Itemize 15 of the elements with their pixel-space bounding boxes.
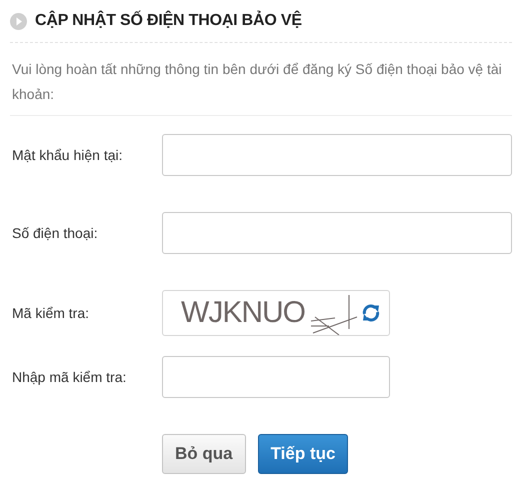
play-icon [10, 12, 27, 30]
field-label: Số điện thoại: [11, 225, 99, 241]
intro-text: Vui lòng hoàn tất những thông tin bên dưới để đăng ký Số điện thoại bảo vệ tài khoản: [10, 43, 512, 116]
field-label: Nhập mã kiểm tra: [11, 369, 128, 385]
section-title: CẬP NHẬT SỐ ĐIỆN THOẠI BẢO VỆ [35, 12, 302, 30]
continue-button[interactable]: Tiếp tục [258, 434, 348, 474]
captcha-text: WJKNUO [181, 296, 305, 330]
field-label: Mật khẩu hiện tại: [11, 147, 124, 163]
refresh-icon[interactable] [361, 303, 381, 323]
field-label: Mã kiểm tra: [11, 305, 90, 321]
input-field[interactable] [162, 134, 512, 176]
captcha-noise-drawing [310, 294, 358, 335]
input-field[interactable] [162, 356, 390, 398]
input-field[interactable] [162, 212, 512, 254]
skip-button[interactable]: Bỏ qua [162, 434, 246, 474]
